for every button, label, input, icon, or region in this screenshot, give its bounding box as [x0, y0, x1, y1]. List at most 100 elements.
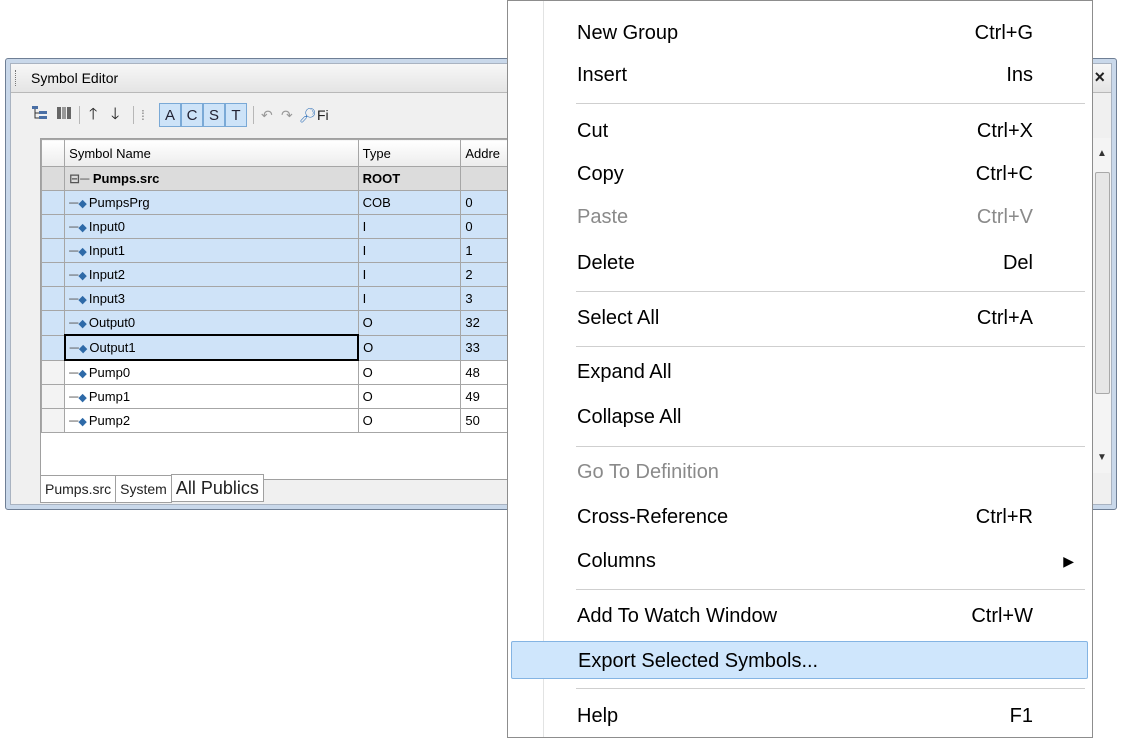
columns-icon[interactable]: [55, 104, 73, 126]
menu-item-copy[interactable]: Copy Ctrl+C: [511, 155, 1088, 193]
table-row[interactable]: ─◆ Input1 I 1: [41, 238, 521, 263]
type-cell[interactable]: I: [357, 286, 462, 311]
menu-item-expand-all[interactable]: Expand All: [511, 353, 1088, 391]
type-cell[interactable]: ROOT: [357, 166, 462, 191]
toggle-t-button[interactable]: T: [225, 103, 247, 127]
table-row[interactable]: ─◆ Input3 I 3: [41, 286, 521, 311]
symbol-name-cell[interactable]: ─◆ Input2: [64, 262, 359, 287]
column-header-symbol-name[interactable]: Symbol Name: [64, 139, 359, 167]
symbol-name-cell[interactable]: ─◆ PumpsPrg: [64, 190, 359, 215]
type-cell[interactable]: O: [357, 408, 462, 433]
type-cell[interactable]: I: [357, 262, 462, 287]
column-header-type[interactable]: Type: [357, 139, 462, 167]
symbol-name-cell[interactable]: ─◆ Pump2: [64, 408, 359, 433]
find-icon[interactable]: 🔎︎: [299, 104, 317, 126]
menu-item-add-to-watch-window[interactable]: Add To Watch Window Ctrl+W: [511, 597, 1088, 635]
move-down-icon[interactable]: 🡓: [111, 104, 119, 126]
menu-item-delete[interactable]: Delete Del: [511, 244, 1088, 282]
toggle-a-button[interactable]: A: [159, 103, 181, 127]
symbol-icon: ◆: [78, 392, 87, 404]
table-row[interactable]: ─◆ Pump1 O 49: [41, 384, 521, 409]
menu-item-label: Insert: [577, 64, 628, 86]
table-row[interactable]: ─◆ Pump2 O 50: [41, 408, 521, 433]
table-row[interactable]: ─◆ Output1 O 33: [41, 334, 521, 361]
type-cell[interactable]: O: [357, 384, 462, 409]
menu-item-shortcut: Ins: [1006, 64, 1033, 86]
move-up-icon[interactable]: 🡑: [89, 104, 97, 126]
menu-item-export-selected-symbols[interactable]: Export Selected Symbols...: [511, 641, 1088, 679]
symbol-name-cell[interactable]: ─◆ Pump0: [64, 359, 359, 385]
row-header: [41, 214, 66, 239]
menu-item-label: Paste: [577, 206, 629, 228]
symbol-name-cell[interactable]: ─◆ Pump1: [64, 384, 359, 409]
toggle-c-button[interactable]: C: [181, 103, 203, 127]
row-header: [41, 190, 66, 215]
menu-item-cross-reference[interactable]: Cross-Reference Ctrl+R: [511, 498, 1088, 536]
menu-separator: [576, 346, 1085, 347]
scroll-thumb[interactable]: [1095, 172, 1110, 394]
tab-system[interactable]: System: [115, 475, 172, 503]
menu-item-help[interactable]: Help F1: [511, 697, 1088, 735]
symbol-name-cell-focused[interactable]: ─◆ Output1: [63, 334, 360, 361]
symbol-icon: ◆: [78, 222, 87, 234]
menu-item-label: Export Selected Symbols...: [578, 650, 819, 672]
table-row[interactable]: ─◆ Input0 I 0: [41, 214, 521, 239]
menu-item-label: Expand All: [577, 361, 672, 383]
table-row[interactable]: ─◆ Input2 I 2: [41, 262, 521, 287]
symbol-name-cell[interactable]: ─◆ Input1: [64, 238, 359, 263]
menu-item-shortcut: Ctrl+X: [976, 120, 1033, 142]
window-title: Symbol Editor: [31, 70, 119, 86]
menu-item-shortcut: Ctrl+C: [975, 163, 1033, 185]
row-header: [41, 238, 66, 263]
menu-item-shortcut: F1: [1009, 705, 1033, 727]
table-row[interactable]: ─◆ Output0 O 32: [41, 310, 521, 336]
menu-item-insert[interactable]: Insert Ins: [511, 56, 1088, 94]
symbol-name-cell[interactable]: ─◆ Input0: [64, 214, 359, 239]
menu-item-label: Cut: [577, 120, 609, 142]
undo-icon[interactable]: ↶: [261, 104, 273, 126]
symbol-icon: ◆: [78, 270, 87, 282]
symbol-name: Output0: [88, 315, 136, 330]
table-row[interactable]: ─◆ Pump0 O 48: [41, 359, 521, 385]
menu-item-select-all[interactable]: Select All Ctrl+A: [511, 299, 1088, 337]
symbol-name-cell[interactable]: ─◆ Input3: [64, 286, 359, 311]
tree-view-icon[interactable]: [31, 104, 49, 126]
menu-item-columns[interactable]: Columns ▶: [511, 542, 1088, 580]
row-header: [41, 359, 66, 385]
cursor-icon[interactable]: ⁞: [141, 104, 145, 126]
tab-pumps-src[interactable]: Pumps.src: [40, 475, 117, 503]
type-cell[interactable]: COB: [357, 190, 462, 215]
menu-item-new-group[interactable]: New Group Ctrl+G: [511, 14, 1088, 52]
menu-item-label: Collapse All: [577, 406, 682, 428]
row-header: [41, 262, 66, 287]
menu-item-label: Copy: [577, 163, 624, 185]
type-cell[interactable]: I: [357, 238, 462, 263]
type-cell[interactable]: O: [357, 310, 462, 336]
symbol-name: Input2: [88, 267, 126, 282]
collapse-icon[interactable]: ⊟─: [69, 171, 93, 186]
redo-icon[interactable]: ↷: [281, 104, 293, 126]
menu-item-cut[interactable]: Cut Ctrl+X: [511, 112, 1088, 150]
symbol-name-cell[interactable]: ─◆ Output0: [64, 310, 359, 336]
scroll-down-icon[interactable]: ▼: [1097, 452, 1107, 463]
row-header: [41, 166, 66, 191]
symbol-name: Output1: [89, 340, 136, 355]
symbol-name: Input0: [88, 219, 126, 234]
toggle-s-button[interactable]: S: [203, 103, 225, 127]
close-icon[interactable]: ×: [1094, 67, 1105, 88]
row-header: [41, 310, 66, 336]
type-cell[interactable]: O: [357, 359, 462, 385]
table-row[interactable]: ─◆ PumpsPrg COB 0: [41, 190, 521, 215]
type-cell[interactable]: I: [357, 214, 462, 239]
symbol-name: PumpsPrg: [88, 195, 150, 210]
type-cell[interactable]: O: [357, 334, 462, 361]
menu-item-label: Add To Watch Window: [577, 605, 778, 627]
vertical-scrollbar[interactable]: ▲ ▼: [1092, 138, 1111, 473]
symbol-name-cell[interactable]: ⊟─ Pumps.src: [64, 166, 359, 191]
scroll-up-icon[interactable]: ▲: [1097, 148, 1107, 159]
menu-item-collapse-all[interactable]: Collapse All: [511, 398, 1088, 436]
tab-all-publics[interactable]: All Publics: [170, 474, 264, 502]
find-label[interactable]: Fi: [317, 104, 329, 126]
menu-separator: [576, 688, 1085, 689]
table-row[interactable]: ⊟─ Pumps.src ROOT: [41, 166, 521, 191]
